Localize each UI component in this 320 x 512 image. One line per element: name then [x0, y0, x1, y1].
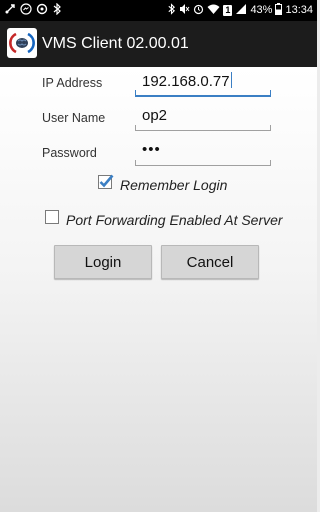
user-name-input[interactable]: op2: [142, 107, 167, 125]
sync-icon: [36, 3, 48, 18]
login-form: IP Address 192.168.0.77 User Name op2 Pa…: [0, 67, 317, 512]
mute-icon: [179, 3, 190, 18]
battery-percent: 43%: [250, 4, 273, 16]
port-forwarding-label: Port Forwarding Enabled At Server: [66, 211, 283, 228]
app-title: VMS Client 02.00.01: [42, 35, 189, 52]
ip-address-label: IP Address: [42, 76, 103, 90]
messenger-icon: [20, 3, 32, 18]
cancel-button[interactable]: Cancel: [161, 245, 259, 279]
clock: 13:34: [285, 4, 313, 16]
user-name-underline: [135, 125, 271, 131]
sim-badge: 1: [223, 5, 233, 16]
alarm-icon: [193, 3, 204, 18]
port-forwarding-row[interactable]: Port Forwarding Enabled At Server: [44, 209, 283, 230]
battery-icon: [275, 3, 283, 18]
user-name-label: User Name: [42, 111, 106, 125]
remember-login-row[interactable]: Remember Login: [98, 174, 227, 195]
ip-address-input[interactable]: 192.168.0.77: [142, 72, 232, 91]
wifi-icon: [207, 3, 220, 18]
status-bar: 1 43% 13:34: [0, 0, 317, 21]
remember-login-checkbox[interactable]: [98, 174, 114, 195]
port-forwarding-checkbox[interactable]: [44, 209, 60, 230]
signal-icon: [235, 3, 247, 18]
bluetooth-icon: [52, 2, 62, 18]
app-bar: VMS Client 02.00.01: [0, 21, 317, 67]
remember-login-label: Remember Login: [120, 176, 228, 193]
app-logo-icon: [7, 28, 37, 58]
password-input[interactable]: •••: [142, 141, 161, 159]
login-button[interactable]: Login: [54, 245, 152, 279]
usb-debug-icon: [4, 3, 16, 18]
password-label: Password: [42, 146, 97, 160]
bluetooth-status-icon: [167, 3, 176, 18]
password-underline: [135, 160, 271, 166]
ip-address-underline: [135, 90, 271, 97]
